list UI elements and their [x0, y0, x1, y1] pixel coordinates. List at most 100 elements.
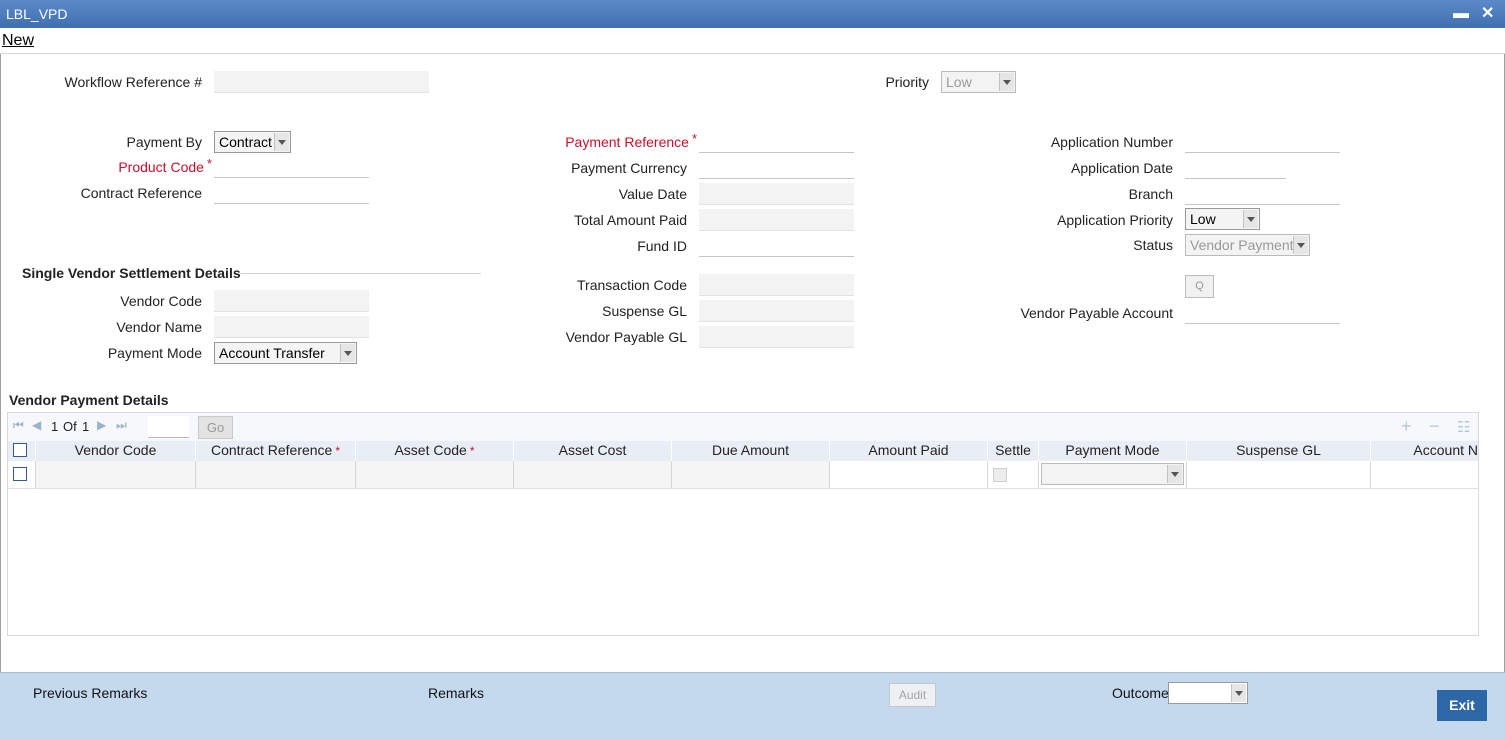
workflow-reference-field[interactable] — [214, 71, 429, 93]
required-mark: * — [691, 131, 697, 146]
status-value: Vendor Payment — [1190, 237, 1294, 253]
payment-by-select[interactable]: Contract — [214, 131, 291, 153]
status-select[interactable]: Vendor Payment — [1185, 234, 1310, 256]
required-mark: * — [335, 444, 341, 458]
total-amount-paid-label: Total Amount Paid — [574, 212, 687, 228]
single-vendor-section-title: Single Vendor Settlement Details — [22, 265, 241, 281]
due-amount-cell[interactable] — [672, 461, 830, 488]
last-page-icon[interactable]: ⏭ — [116, 418, 127, 433]
account-cell[interactable] — [1371, 461, 1478, 488]
column-header-label: Asset Cost — [558, 442, 627, 458]
vendor-payable-gl-label: Vendor Payable GL — [565, 329, 687, 345]
column-header[interactable]: Account N — [1371, 441, 1478, 461]
column-header[interactable]: Settle — [988, 441, 1039, 461]
application-date-field[interactable] — [1185, 157, 1286, 179]
contract-reference-field[interactable] — [214, 182, 369, 204]
application-priority-label: Application Priority — [1057, 212, 1173, 228]
amount-paid-cell[interactable] — [830, 461, 988, 488]
product-code-field[interactable] — [214, 156, 369, 178]
contract-reference-cell[interactable] — [196, 461, 356, 488]
contract-reference-label: Contract Reference — [80, 185, 202, 201]
column-header-label: Amount Paid — [868, 442, 949, 458]
branch-label: Branch — [1128, 186, 1173, 202]
payment-currency-field[interactable] — [699, 157, 854, 179]
required-mark: * — [469, 444, 475, 458]
column-header-label: Settle — [995, 442, 1031, 458]
select-all-checkbox[interactable] — [13, 443, 27, 457]
section-divider — [240, 273, 481, 274]
column-header[interactable]: Asset Code * — [356, 441, 514, 461]
chevron-down-icon — [1231, 684, 1246, 702]
vendor-code-cell[interactable] — [36, 461, 196, 488]
application-number-label: Application Number — [1050, 134, 1173, 150]
go-button[interactable]: Go — [198, 416, 233, 439]
grid-header: Vendor Code Contract Reference * Asset Co… — [8, 441, 1478, 461]
product-code-label: Product Code * — [40, 156, 212, 175]
next-page-icon[interactable]: ▶ — [97, 418, 106, 432]
total-amount-paid-field — [699, 209, 854, 231]
priority-select[interactable]: Low — [941, 71, 1016, 93]
payment-currency-label: Payment Currency — [571, 160, 687, 176]
chevron-down-icon — [1293, 236, 1308, 254]
column-header[interactable]: Amount Paid — [830, 441, 988, 461]
transaction-code-field — [699, 274, 854, 296]
settle-checkbox[interactable] — [993, 468, 1007, 482]
chevron-down-icon — [274, 133, 289, 151]
workflow-reference-label: Workflow Reference # — [64, 74, 202, 90]
payment-reference-label: Payment Reference * — [520, 131, 697, 150]
asset-code-cell[interactable] — [356, 461, 514, 488]
close-icon[interactable]: ✕ — [1481, 0, 1494, 28]
fund-id-field[interactable] — [699, 235, 854, 257]
header-select-all-cell — [8, 441, 36, 461]
remarks-link[interactable]: Remarks — [428, 685, 484, 701]
column-header[interactable]: Vendor Code — [36, 441, 196, 461]
branch-field[interactable] — [1185, 183, 1340, 205]
previous-page-icon[interactable]: ◀ — [32, 418, 41, 432]
payment-mode-label: Payment Mode — [107, 345, 202, 361]
exit-button[interactable]: Exit — [1437, 690, 1487, 721]
outcome-select[interactable] — [1168, 682, 1248, 704]
product-code-label-text: Product Code — [118, 159, 204, 175]
column-header[interactable]: Due Amount — [672, 441, 830, 461]
footer-bar: Previous Remarks Remarks Audit Outcome E… — [0, 672, 1505, 740]
column-header[interactable]: Asset Cost — [514, 441, 672, 461]
column-header-label: Asset Code — [394, 442, 467, 458]
page-number-input[interactable] — [148, 416, 189, 438]
row-checkbox[interactable] — [13, 467, 27, 481]
vendor-payment-details-title: Vendor Payment Details — [9, 392, 169, 408]
new-link[interactable]: New — [2, 32, 34, 50]
add-row-icon[interactable]: + — [1401, 416, 1412, 437]
payment-reference-field[interactable] — [699, 131, 854, 153]
row-payment-mode-select[interactable] — [1041, 463, 1184, 485]
single-view-icon[interactable]: ☷ — [1457, 418, 1470, 436]
chevron-down-icon — [999, 73, 1014, 91]
column-header[interactable]: Suspense GL — [1187, 441, 1371, 461]
payment-mode-select[interactable]: Account Transfer — [214, 342, 357, 364]
application-number-field[interactable] — [1185, 131, 1340, 153]
first-page-icon[interactable]: ⏮ — [13, 418, 24, 433]
delete-row-icon[interactable]: − — [1429, 416, 1440, 437]
vendor-payment-grid: ⏮ ◀ 1 Of 1 ▶ ⏭ Go + − ☷ Vendor Code Cont… — [7, 412, 1479, 636]
asset-cost-cell[interactable] — [514, 461, 672, 488]
column-header[interactable]: Contract Reference * — [196, 441, 356, 461]
row-select-cell — [8, 461, 36, 488]
status-label: Status — [1133, 237, 1173, 253]
suspense-gl-field — [699, 300, 854, 322]
column-header-label: Vendor Code — [74, 442, 157, 458]
previous-remarks-link[interactable]: Previous Remarks — [33, 685, 147, 701]
audit-button[interactable]: Audit — [889, 683, 936, 707]
chevron-down-icon — [340, 344, 355, 362]
grid-pager: ⏮ ◀ 1 Of 1 ▶ ⏭ Go + − ☷ — [8, 413, 1478, 441]
query-button[interactable]: Q — [1185, 275, 1214, 298]
vendor-payable-account-field[interactable] — [1185, 302, 1340, 324]
payment-by-value: Contract — [219, 134, 272, 150]
suspense-gl-cell[interactable] — [1187, 461, 1371, 488]
column-header-label: Payment Mode — [1065, 442, 1160, 458]
minimize-icon[interactable]: ▬ — [1453, 0, 1469, 28]
vendor-payable-gl-field — [699, 326, 854, 348]
value-date-label: Value Date — [618, 186, 687, 202]
column-header[interactable]: Payment Mode — [1039, 441, 1187, 461]
application-priority-select[interactable]: Low — [1185, 208, 1260, 230]
payment-mode-cell — [1039, 461, 1187, 488]
column-header-label: Due Amount — [711, 442, 790, 458]
